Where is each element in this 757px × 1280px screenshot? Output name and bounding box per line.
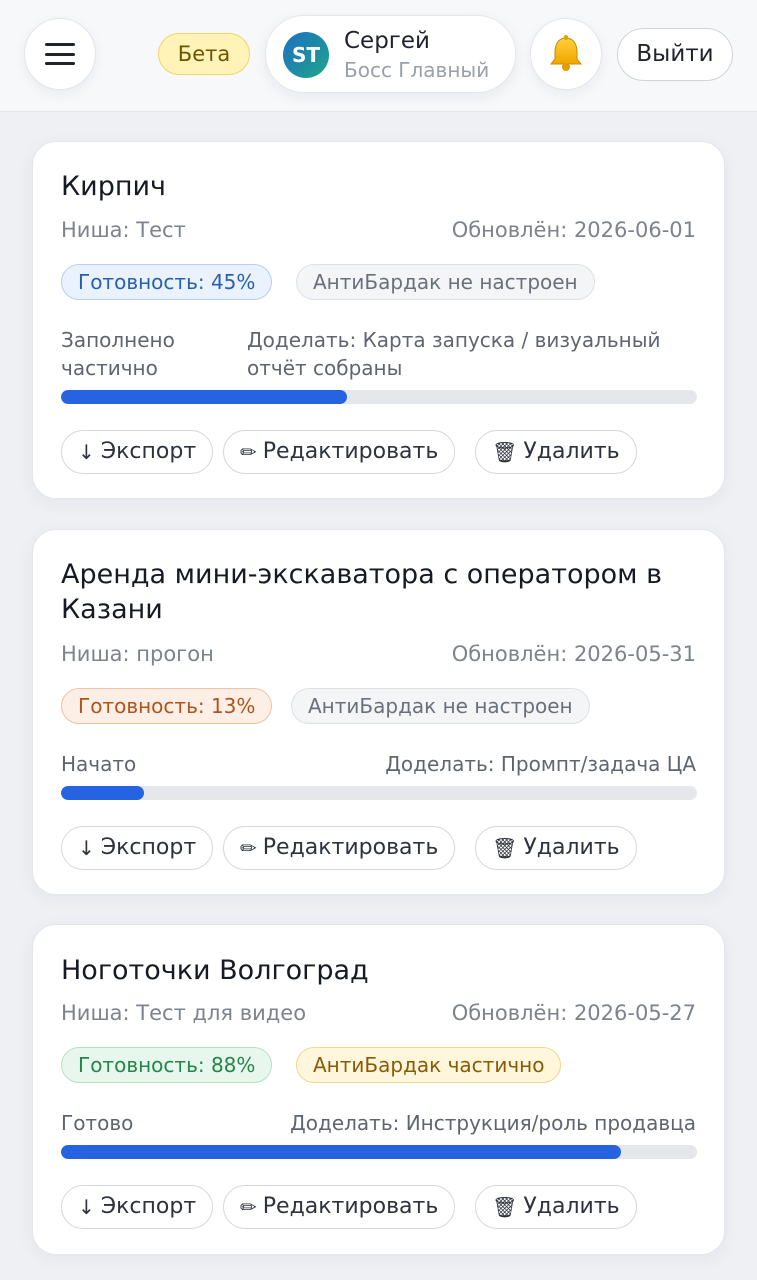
export-label: Экспорт <box>100 835 197 860</box>
user-role: Босс Главный <box>344 58 490 82</box>
readiness-badge: Готовность: 45% <box>61 264 273 300</box>
edit-label: Редактировать <box>262 835 439 860</box>
antibardak-badge: АнтиБардак частично <box>296 1047 562 1083</box>
pencil-icon: ✏ <box>240 440 257 464</box>
delete-button[interactable]: 🗑 Удалить <box>475 826 637 870</box>
edit-button[interactable]: ✏ Редактировать <box>223 1185 456 1229</box>
trash-icon: 🗑 <box>492 440 518 464</box>
project-card: Ноготочки Волгоград Ниша: Тест для видео… <box>32 924 725 1255</box>
fill-status: Заполнено частично <box>61 328 175 380</box>
todo-text: Доделать: Карта запуска / визуальный отч… <box>247 328 661 380</box>
export-button[interactable]: ↓ Экспорт <box>61 826 214 870</box>
export-label: Экспорт <box>100 1194 197 1219</box>
fill-status: Готово <box>61 1111 134 1135</box>
edit-label: Редактировать <box>262 439 439 464</box>
delete-label: Удалить <box>523 439 620 464</box>
progress-bar <box>61 390 697 404</box>
project-niche: Ниша: Тест <box>61 218 186 242</box>
project-updated: Обновлён: 2026-05-31 <box>451 642 696 666</box>
delete-label: Удалить <box>523 835 620 860</box>
antibardak-badge: АнтиБардак не настроен <box>291 688 590 724</box>
progress-fill <box>61 786 144 800</box>
fill-status: Начато <box>61 752 137 776</box>
bell-icon <box>549 35 583 71</box>
project-updated: Обновлён: 2026-06-01 <box>451 218 696 242</box>
edit-label: Редактировать <box>262 1194 439 1219</box>
notifications-button[interactable] <box>530 18 602 90</box>
download-arrow-icon: ↓ <box>78 1195 95 1219</box>
top-bar: Бета ST Сергей Босс Главный Выйти <box>0 0 757 112</box>
logout-button[interactable]: Выйти <box>617 28 733 81</box>
readiness-badge: Готовность: 13% <box>61 688 273 724</box>
project-title: Кирпич <box>61 171 167 202</box>
project-title: Ноготочки Волгоград <box>61 955 369 986</box>
delete-button[interactable]: 🗑 Удалить <box>475 430 637 474</box>
project-card: Кирпич Ниша: Тест Обновлён: 2026-06-01 Г… <box>32 141 725 499</box>
pencil-icon: ✏ <box>240 836 257 860</box>
download-arrow-icon: ↓ <box>78 440 95 464</box>
export-button[interactable]: ↓ Экспорт <box>61 1185 214 1229</box>
progress-fill <box>61 390 348 404</box>
progress-fill <box>61 1145 621 1159</box>
progress-bar <box>61 786 697 800</box>
progress-bar <box>61 1145 697 1159</box>
download-arrow-icon: ↓ <box>78 836 95 860</box>
project-niche: Ниша: прогон <box>61 642 214 666</box>
todo-text: Доделать: Промпт/задача ЦА <box>385 752 696 776</box>
edit-button[interactable]: ✏ Редактировать <box>223 826 456 870</box>
pencil-icon: ✏ <box>240 1195 257 1219</box>
export-label: Экспорт <box>100 439 197 464</box>
project-title: Аренда мини-экскаватора с оператором в К… <box>61 559 662 625</box>
beta-badge: Бета <box>158 33 250 75</box>
export-button[interactable]: ↓ Экспорт <box>61 430 214 474</box>
user-profile-chip[interactable]: ST Сергей Босс Главный <box>265 15 516 93</box>
user-name: Сергей <box>344 28 430 54</box>
delete-label: Удалить <box>523 1194 620 1219</box>
todo-text: Доделать: Инструкция/роль продавца <box>290 1111 696 1135</box>
hamburger-icon <box>45 43 75 65</box>
readiness-badge: Готовность: 88% <box>61 1047 273 1083</box>
project-niche: Ниша: Тест для видео <box>61 1001 307 1025</box>
edit-button[interactable]: ✏ Редактировать <box>223 430 456 474</box>
delete-button[interactable]: 🗑 Удалить <box>475 1185 637 1229</box>
avatar: ST <box>283 32 329 78</box>
antibardak-badge: АнтиБардак не настроен <box>296 264 595 300</box>
trash-icon: 🗑 <box>492 1195 518 1219</box>
trash-icon: 🗑 <box>492 836 518 860</box>
project-card: Аренда мини-экскаватора с оператором в К… <box>32 529 725 895</box>
menu-button[interactable] <box>24 18 96 90</box>
project-updated: Обновлён: 2026-05-27 <box>451 1001 696 1025</box>
